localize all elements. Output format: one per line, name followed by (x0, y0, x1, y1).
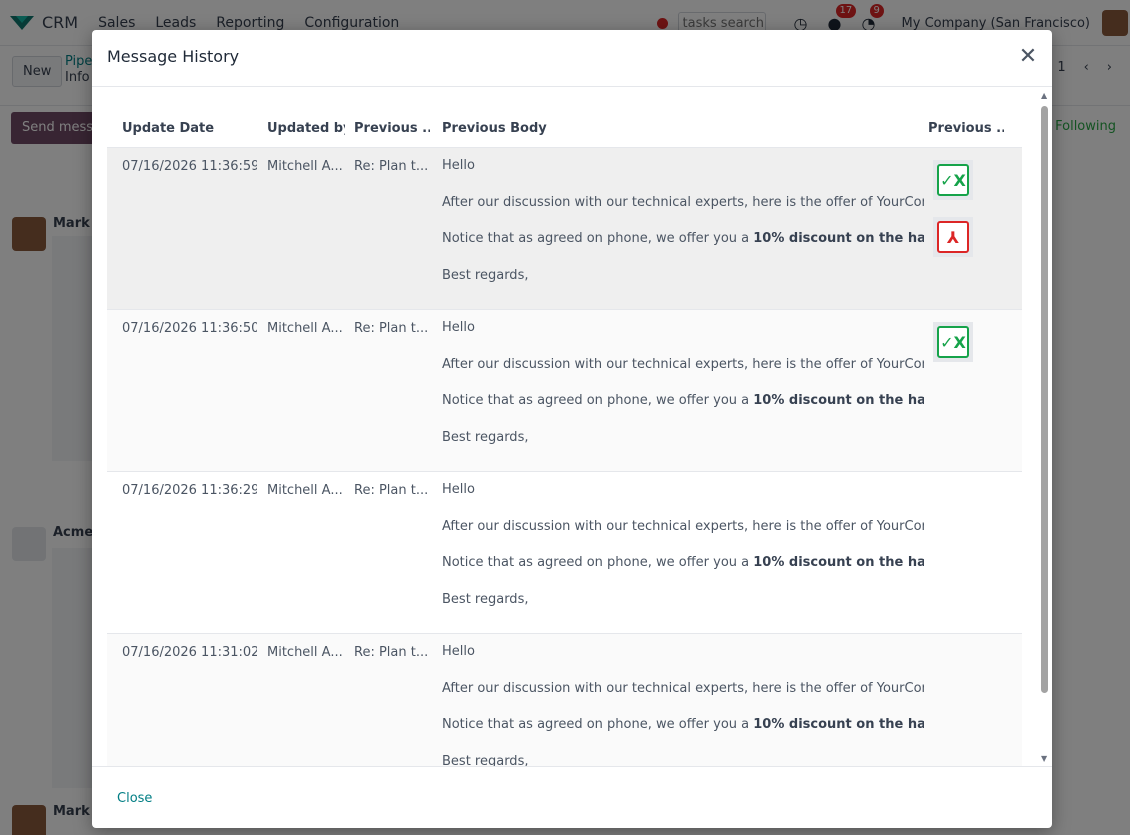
update-date-cell: 07/16/2026 11:36:50 (122, 321, 257, 336)
body-line-text: Notice that as agreed on phone, we offer… (442, 718, 754, 732)
body-cell: Hello After our discussion with our tech… (442, 321, 924, 467)
body-line: Notice that as agreed on phone, we offer… (442, 556, 924, 593)
updated-by-cell: Mitchell A... (267, 645, 343, 660)
update-date-cell: 07/16/2026 11:36:59 (122, 159, 257, 174)
body-bold-text: 10% discount on the hardware (753, 718, 924, 732)
updated-by-cell: Mitchell A... (267, 321, 343, 336)
body-line: Best regards, (442, 268, 529, 283)
subject-cell: Re: Plan t... (354, 321, 429, 336)
body-line: Best regards, (442, 430, 529, 445)
subject-cell: Re: Plan t... (354, 159, 429, 174)
body-line-text: Notice that as agreed on phone, we offer… (442, 394, 754, 408)
dialog-footer: Close (92, 766, 1052, 828)
scrollbar-thumb[interactable] (1041, 106, 1048, 693)
col-previous-body[interactable]: Previous Body (442, 121, 642, 136)
attachments-cell: ✓X ⅄ (932, 160, 982, 274)
body-line: After our discussion with our technical … (442, 681, 924, 696)
body-line: Notice that as agreed on phone, we offer… (442, 718, 924, 755)
update-date-cell: 07/16/2026 11:31:02 (122, 645, 257, 660)
spreadsheet-icon[interactable]: ✓X (933, 322, 973, 362)
body-line-text: Notice that as agreed on phone, we offer… (442, 232, 754, 246)
scroll-up-icon[interactable]: ▲ (1041, 91, 1047, 100)
col-updated-by[interactable]: Updated by (267, 121, 345, 136)
attachments-cell: ✓X (932, 322, 982, 379)
dialog-scrollbar[interactable]: ▲ ▼ (1040, 91, 1049, 763)
body-cell: Hello After our discussion with our tech… (442, 645, 924, 766)
spreadsheet-icon[interactable]: ✓X (933, 160, 973, 200)
updated-by-cell: Mitchell A... (267, 159, 343, 174)
close-button[interactable]: Close (117, 791, 152, 806)
body-cell: Hello After our discussion with our tech… (442, 159, 924, 305)
updated-by-cell: Mitchell A... (267, 483, 343, 498)
body-line: Hello (442, 159, 475, 173)
table-header: Update Date Updated by Previous ... Prev… (107, 112, 1022, 148)
pdf-icon[interactable]: ⅄ (933, 217, 973, 257)
dialog-title: Message History (107, 47, 240, 66)
body-line: Hello (442, 483, 475, 497)
body-line: Hello (442, 321, 475, 335)
body-cell: Hello After our discussion with our tech… (442, 483, 924, 629)
subject-cell: Re: Plan t... (354, 483, 429, 498)
body-line: Notice that as agreed on phone, we offer… (442, 232, 924, 269)
body-line: Best regards, (442, 754, 529, 767)
close-icon[interactable]: ✕ (1016, 45, 1040, 69)
col-update-date[interactable]: Update Date (122, 121, 257, 136)
table-row[interactable]: 07/16/2026 11:36:59 Mitchell A... Re: Pl… (107, 148, 1022, 310)
col-previous-attachments[interactable]: Previous ... (928, 121, 1004, 136)
scroll-down-icon[interactable]: ▼ (1041, 754, 1047, 763)
body-line: Best regards, (442, 592, 529, 607)
body-line: After our discussion with our technical … (442, 195, 924, 210)
history-table: Update Date Updated by Previous ... Prev… (107, 112, 1022, 766)
table-row[interactable]: 07/16/2026 11:31:02 Mitchell A... Re: Pl… (107, 634, 1022, 766)
col-previous-subject[interactable]: Previous ... (354, 121, 430, 136)
body-line: After our discussion with our technical … (442, 519, 924, 534)
subject-cell: Re: Plan t... (354, 645, 429, 660)
body-bold-text: 10% discount on the hardware (753, 394, 924, 408)
dialog-header: Message History ✕ (92, 30, 1052, 87)
body-bold-text: 10% discount on the hardware (753, 556, 924, 570)
body-line: Hello (442, 645, 475, 659)
dialog-body: Update Date Updated by Previous ... Prev… (92, 87, 1052, 766)
message-history-dialog: Message History ✕ Update Date Updated by… (92, 30, 1052, 828)
body-line: Notice that as agreed on phone, we offer… (442, 394, 924, 431)
update-date-cell: 07/16/2026 11:36:29 (122, 483, 257, 498)
table-row[interactable]: 07/16/2026 11:36:29 Mitchell A... Re: Pl… (107, 472, 1022, 634)
table-row[interactable]: 07/16/2026 11:36:50 Mitchell A... Re: Pl… (107, 310, 1022, 472)
body-line: After our discussion with our technical … (442, 357, 924, 372)
body-line-text: Notice that as agreed on phone, we offer… (442, 556, 754, 570)
body-bold-text: 10% discount on the hardware (753, 232, 924, 246)
